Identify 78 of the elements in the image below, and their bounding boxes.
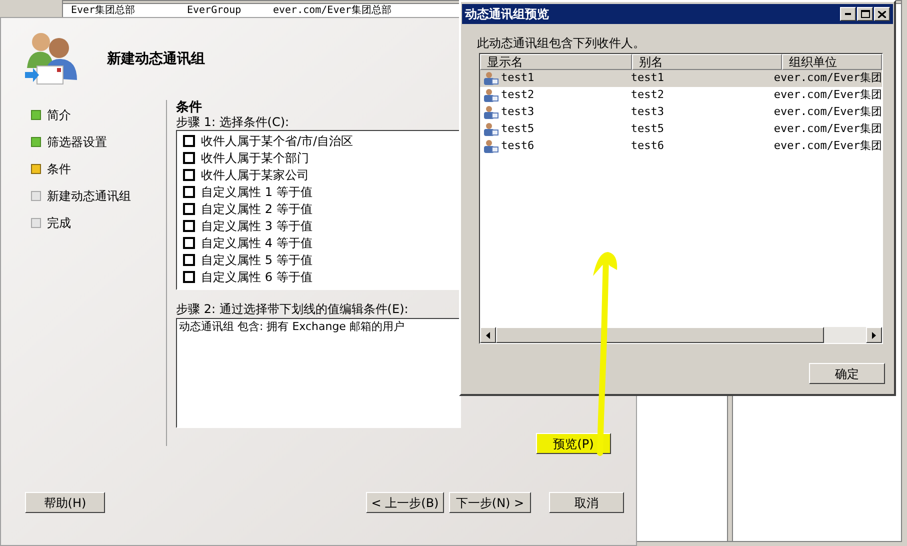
table-cell-text: test5 (630, 121, 666, 138)
step2-label: 步骤 2: 通过选择带下划线的值编辑条件(E): (176, 302, 408, 316)
table-cell-text: test1 (630, 70, 666, 86)
step-label: 简介 (47, 107, 71, 124)
maximize-button[interactable] (857, 7, 873, 21)
checkbox[interactable] (183, 270, 195, 282)
table-cell-text: ever.com/Ever集团 (774, 70, 882, 86)
step-status-icon (31, 137, 41, 147)
close-icon (878, 10, 886, 18)
minimize-icon (845, 13, 851, 15)
dialog-intro: 此动态通讯组包含下列收件人。 (477, 35, 646, 51)
ok-button[interactable]: 确定 (809, 363, 885, 384)
scroll-right-icon (872, 332, 876, 338)
condition-label: 收件人属于某家公司 (201, 166, 309, 184)
recipient-row[interactable]: test1 test1 ever.com/Ever集团 (480, 70, 882, 87)
step-status-icon (31, 164, 41, 174)
table-cell-text: test1 (501, 70, 534, 86)
table-cell-text: ever.com/Ever集团 (774, 87, 882, 104)
step1-label: 步骤 1: 选择条件(C): (176, 115, 290, 129)
checkbox[interactable] (183, 134, 195, 146)
table-cell-text: test2 (501, 87, 534, 104)
scrollbar-thumb[interactable] (496, 327, 824, 343)
table-cell-text: test5 (501, 121, 534, 138)
dialog-title: 动态通讯组预览 (465, 6, 550, 23)
table-cell-text: test6 (630, 138, 666, 154)
checkbox[interactable] (183, 168, 195, 180)
step-label: 条件 (47, 161, 71, 178)
condition-label: 收件人属于某个部门 (201, 150, 309, 166)
table-cell-text: ever.com/Ever集团 (774, 121, 882, 138)
condition-label: 自定义属性 3 等于值 (201, 218, 312, 234)
table-cell-text: test3 (630, 104, 666, 120)
table-cell-text: test3 (501, 104, 534, 120)
column-header[interactable]: 显示名 (480, 54, 632, 70)
condition-label: 收件人属于某个省/市/自治区 (201, 132, 354, 150)
checkbox[interactable] (183, 202, 195, 214)
table-cell-text: test6 (501, 138, 534, 154)
user-icon (483, 88, 499, 103)
user-icon (483, 71, 499, 86)
cancel-button[interactable]: 取消 (549, 492, 624, 513)
checkbox[interactable] (183, 236, 195, 248)
step-status-icon (31, 218, 41, 228)
preview-button[interactable]: 预览(P) (536, 433, 611, 454)
condition-label: 自定义属性 5 等于值 (201, 252, 312, 268)
close-button[interactable] (874, 7, 890, 21)
checkbox[interactable] (183, 152, 195, 164)
help-button[interactable]: 帮助(H) (25, 492, 105, 513)
condition-text-box[interactable]: 动态通讯组 包含: 拥有 Exchange 邮箱的用户 (176, 318, 461, 428)
checkbox[interactable] (183, 254, 195, 266)
table-cell-text: ever.com/Ever集团 (774, 138, 882, 154)
checkbox[interactable] (183, 186, 195, 198)
table-cell-text: Ever集团总部 (71, 6, 136, 16)
step-status-icon (31, 191, 41, 201)
minimize-button[interactable] (840, 7, 856, 21)
table-cell-text: test2 (630, 87, 666, 104)
condition-label: 自定义属性 1 等于值 (201, 184, 312, 200)
user-icon (483, 105, 499, 120)
step-status-icon (31, 110, 41, 120)
step-label: 完成 (47, 215, 71, 232)
column-header[interactable]: 组织单位 (782, 54, 882, 70)
step-label: 新建动态通讯组 (47, 188, 131, 205)
user-icon (483, 122, 499, 137)
table-cell-text: EverGroup (187, 6, 242, 16)
column-header[interactable]: 别名 (632, 54, 782, 70)
condition-label: 自定义属性 2 等于值 (201, 200, 312, 218)
back-button[interactable]: < 上一步(B) (366, 492, 444, 513)
section-title: 条件 (176, 100, 202, 115)
condition-label: 自定义属性 6 等于值 (201, 268, 312, 286)
maximize-icon (860, 10, 870, 18)
step-label: 筛选器设置 (47, 134, 107, 151)
next-button[interactable]: 下一步(N) > (449, 492, 531, 513)
user-icon (483, 139, 499, 154)
condition-label: 自定义属性 4 等于值 (201, 234, 312, 252)
checkbox[interactable] (183, 220, 195, 232)
wizard-title: 新建动态通讯组 (107, 50, 205, 68)
horizontal-scrollbar[interactable] (480, 327, 882, 343)
table-cell-text: ever.com/Ever集团 (774, 104, 882, 120)
table-cell: ever.com/Ever集团总部 (273, 6, 392, 16)
scroll-left-icon (486, 332, 490, 338)
